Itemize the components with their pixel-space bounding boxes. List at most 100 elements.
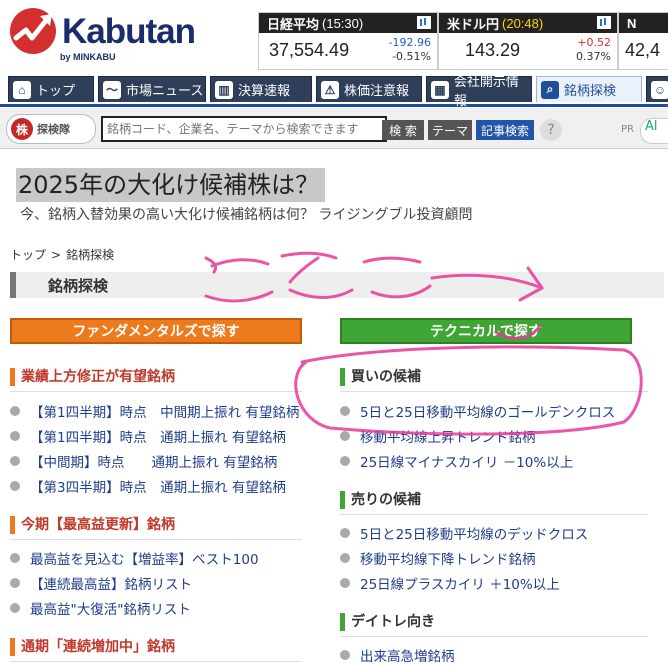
list-item[interactable]: 【連続最高益】銘柄リスト: [10, 573, 192, 593]
ticker-ny[interactable]: N 42,4: [618, 12, 668, 70]
list-item-label: 【中間期】時点 通期上振れ 有望銘柄: [30, 455, 278, 471]
warning-icon: ⚠: [321, 80, 339, 99]
tab-label: 会社開示情報: [453, 73, 519, 108]
ad-banner[interactable]: 2025年の大化け候補株は？ 今、銘柄入替効果の高い大化け候補銘柄は何？ ライジ…: [0, 150, 668, 240]
ticker-time: (15:30): [322, 15, 364, 31]
search-button[interactable]: 検 索: [382, 120, 424, 140]
ticker-name: N: [627, 15, 637, 31]
list-item[interactable]: 25日線マイナスカイリ －10%以上: [340, 451, 573, 471]
chart-icon: 〜: [103, 80, 121, 99]
tab-label: 銘柄探検: [564, 83, 617, 98]
banner-subtitle: 今、銘柄入替効果の高い大化け候補銘柄は何？ ライジングブル投資顧問: [20, 207, 473, 223]
bullet-icon: [340, 431, 350, 441]
list-item-label: 25日線プラスカイリ ＋10%以上: [360, 577, 560, 593]
breadcrumb: トップ > 銘柄探検: [10, 246, 114, 263]
ticker-change-pct: -0.51%: [392, 50, 431, 63]
logo-mark-icon: [10, 8, 56, 54]
category-title[interactable]: 売りの候補: [340, 491, 648, 509]
list-item-label: 5日と25日移動平均線のデッドクロス: [360, 527, 589, 543]
bullet-icon: [340, 456, 350, 466]
list-item-label: 最高益を見込む【増益率】ベスト100: [30, 552, 259, 568]
pr-link[interactable]: Al: [640, 118, 668, 144]
bullet-icon: [10, 481, 20, 491]
tab-stock-search[interactable]: ⌕ 銘柄探検: [536, 76, 642, 102]
calendar-icon: ▦: [431, 80, 449, 99]
list-item[interactable]: 【中間期】時点 通期上振れ 有望銘柄: [10, 451, 277, 471]
chart-icon[interactable]: [417, 16, 431, 29]
ticker-change: +0.52 0.37%: [576, 36, 611, 64]
logo-wordmark: Kabutan: [62, 12, 196, 51]
bullet-icon: [10, 578, 20, 588]
tab-earnings[interactable]: ▥ 決算速報: [210, 76, 312, 102]
bullet-icon: [10, 431, 20, 441]
bullet-icon: [340, 528, 350, 538]
bullet-icon: [340, 578, 350, 588]
ticker-nikkei[interactable]: 日経平均 (15:30) 37,554.49 -192.96 -0.51%: [258, 12, 438, 70]
breadcrumb-home[interactable]: トップ: [10, 248, 46, 262]
site-logo[interactable]: Kabutan by MINKABU: [0, 0, 250, 68]
tab-market-news[interactable]: 〜市場ニュース: [98, 76, 206, 102]
category-upward-revision: 業績上方修正が有望銘柄: [10, 368, 302, 392]
list-item[interactable]: 最高益を見込む【増益率】ベスト100: [10, 548, 259, 568]
category-sell-candidates: 売りの候補: [340, 491, 648, 515]
list-item-label: 【第1四半期】時点 通期上振れ 有望銘柄: [30, 430, 286, 446]
article-search-button[interactable]: 記事検索: [476, 120, 534, 140]
bullet-icon: [10, 553, 20, 563]
category-title[interactable]: デイトレ向き: [340, 613, 648, 631]
category-title[interactable]: 業績上方修正が有望銘柄: [10, 368, 302, 386]
list-item[interactable]: 出来高急増銘柄: [340, 645, 455, 665]
chart-icon[interactable]: [597, 16, 611, 29]
list-item[interactable]: 5日と25日移動平均線のデッドクロス: [340, 523, 588, 543]
section-header: 銘柄探検: [10, 272, 664, 298]
logo-subtext: by MINKABU: [60, 52, 116, 62]
category-record-profit: 今期【最高益更新】銘柄: [10, 516, 302, 540]
list-item-label: 5日と25日移動平均線のゴールデンクロス: [360, 405, 616, 421]
ticker-name: 日経平均: [267, 16, 320, 32]
kabu-icon: 株: [11, 118, 33, 140]
search-badge: 株 探検隊: [6, 114, 96, 144]
tab-label: 決算速報: [238, 83, 291, 98]
search-input[interactable]: [101, 116, 387, 142]
help-icon[interactable]: ?: [540, 119, 562, 141]
tab-label: 株価注意報: [344, 83, 410, 98]
category-title[interactable]: 通期「連続増加中」銘柄: [10, 638, 302, 656]
list-item[interactable]: 【第1四半期】時点 中間期上振れ 有望銘柄: [10, 401, 299, 421]
list-item[interactable]: 【第3四半期】時点 通期上振れ 有望銘柄: [10, 476, 286, 496]
fundamentals-tab[interactable]: ファンダメンタルズで探す: [10, 318, 302, 344]
list-item-label: 25日線マイナスカイリ －10%以上: [360, 455, 574, 471]
list-item[interactable]: 移動平均線下降トレンド銘柄: [340, 548, 536, 568]
tab-label: 市場ニュース: [126, 83, 204, 98]
list-item-label: 【連続最高益】銘柄リスト: [30, 577, 192, 593]
tab-disclosures[interactable]: ▦ 会社開示情報: [426, 74, 532, 108]
list-item-golden-cross[interactable]: 5日と25日移動平均線のゴールデンクロス: [340, 401, 615, 421]
search-bar: 株 探検隊 検 索 テーマ 記事検索 ? PR Al: [0, 108, 668, 149]
tab-stock-alerts[interactable]: ⚠ 株価注意報: [316, 76, 422, 102]
pr-label: PR: [621, 124, 634, 135]
tab-user[interactable]: ☺: [646, 76, 668, 102]
technical-tab[interactable]: テクニカルで探す: [340, 318, 632, 344]
ticker-change: -192.96 -0.51%: [389, 36, 431, 64]
category-title[interactable]: 今期【最高益更新】銘柄: [10, 516, 302, 534]
tab-top[interactable]: ⌂ トップ: [8, 76, 94, 102]
list-item[interactable]: 移動平均線上昇トレンド銘柄: [340, 426, 536, 446]
search-icon: ⌕: [541, 80, 559, 99]
list-item[interactable]: 最高益"大復活"銘柄リスト: [10, 598, 191, 618]
main-nav: ⌂ トップ 〜市場ニュース ▥ 決算速報 ⚠ 株価注意報 ▦ 会社開示情報 ⌕ 銘柄探検 …: [0, 74, 668, 108]
ticker-value: 143.29: [465, 40, 521, 60]
list-item-label: 最高益"大復活"銘柄リスト: [30, 602, 191, 618]
category-consecutive-increase: 通期「連続増加中」銘柄: [10, 638, 302, 662]
list-item[interactable]: 25日線プラスカイリ ＋10%以上: [340, 573, 560, 593]
ticker-name: 米ドル円: [447, 16, 500, 32]
search-badge-label: 探検隊: [37, 123, 70, 136]
ticker-usdjpy[interactable]: 米ドル円 (20:48) 143.29 +0.52 0.37%: [438, 12, 618, 70]
breadcrumb-sep: >: [51, 248, 62, 262]
category-day-trade: デイトレ向き: [340, 613, 648, 637]
banner-title: 2025年の大化け候補株は？: [16, 168, 326, 202]
user-icon: ☺: [651, 80, 668, 99]
bullet-icon: [10, 603, 20, 613]
list-item[interactable]: 【第1四半期】時点 通期上振れ 有望銘柄: [10, 426, 286, 446]
bullet-icon: [340, 650, 350, 660]
category-buy-candidates: 買いの候補: [340, 368, 648, 392]
theme-button[interactable]: テーマ: [428, 120, 472, 140]
category-title[interactable]: 買いの候補: [340, 368, 648, 386]
